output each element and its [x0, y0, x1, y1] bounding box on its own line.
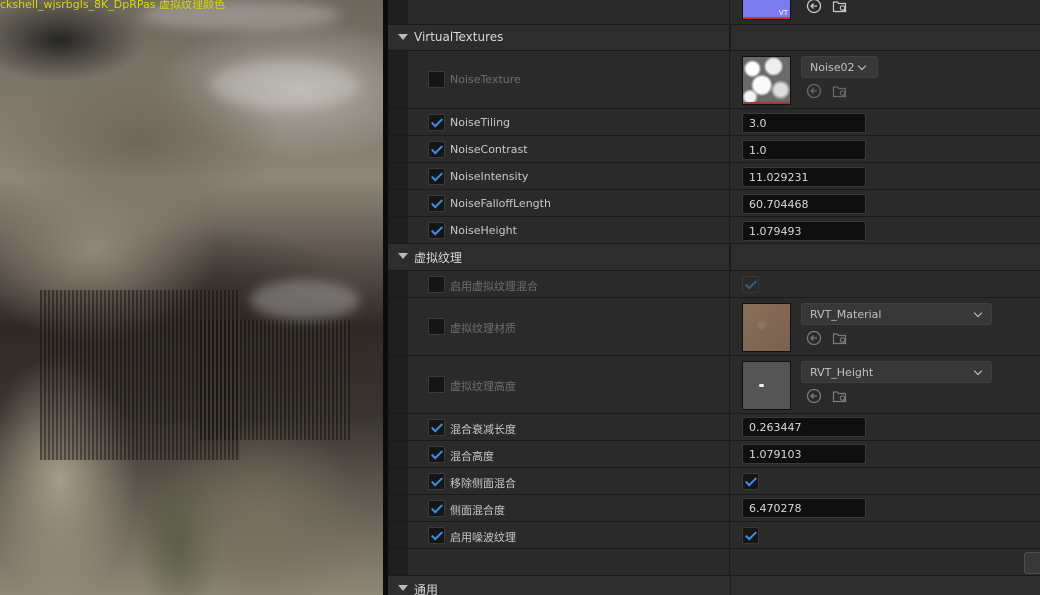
property-row-side-blend-amount: 侧面混合度 6.470278 [388, 495, 1040, 522]
override-checkbox[interactable] [428, 276, 445, 293]
override-checkbox[interactable] [428, 195, 445, 212]
asset-picker-value: RVT_Material [810, 308, 882, 321]
override-checkbox[interactable] [428, 222, 445, 239]
override-checkbox[interactable] [428, 419, 445, 436]
number-field[interactable]: 1.0 [742, 140, 866, 160]
override-checkbox[interactable] [428, 168, 445, 185]
override-checkbox[interactable] [428, 318, 445, 335]
asset-picker-value: RVT_Height [810, 366, 874, 379]
property-row-noise-height: NoiseHeight 1.079493 [388, 217, 1040, 244]
override-checkbox[interactable] [428, 527, 445, 544]
asset-picker[interactable]: RVT_Height [801, 361, 992, 383]
asset-picker[interactable]: Noise02 [801, 56, 878, 78]
category-title: 虚拟纹理 [414, 251, 463, 265]
property-row-empty [388, 549, 1040, 576]
override-checkbox[interactable] [428, 446, 445, 463]
add-button[interactable] [1024, 552, 1040, 574]
property-row-noise-contrast: NoiseContrast 1.0 [388, 136, 1040, 163]
use-selected-asset-icon[interactable] [806, 83, 822, 99]
property-label: NoiseContrast [450, 143, 528, 156]
value-checkbox[interactable] [742, 527, 759, 544]
category-general[interactable]: 通用 [388, 576, 1040, 595]
expand-arrow-icon[interactable] [398, 34, 408, 40]
property-row-noise-tiling: NoiseTiling 3.0 [388, 109, 1040, 136]
number-field[interactable]: 1.079493 [742, 221, 866, 241]
number-field[interactable]: 6.470278 [742, 498, 866, 518]
property-label: 混合高度 [450, 450, 494, 463]
property-row-remove-side-blend: 移除侧面混合 [388, 468, 1040, 495]
browse-asset-icon[interactable] [832, 83, 848, 99]
terrain-highlight [250, 280, 360, 320]
viewport[interactable]: ckshell_wjsrbgls_8K_DpRPas 虚拟纹理颜色 [0, 0, 383, 595]
property-label: 混合衰减长度 [450, 423, 516, 436]
vt-badge: VT [778, 9, 788, 17]
use-selected-asset-icon[interactable] [806, 330, 822, 346]
property-row-vt-height: 虚拟纹理高度 RVT_Height [388, 356, 1040, 414]
texture-thumbnail[interactable] [742, 56, 791, 105]
property-label: NoiseTiling [450, 116, 511, 129]
category-virtual-texture-cn[interactable]: 虚拟纹理 [388, 244, 1040, 271]
property-row-enable-noise-texture: 启用噪波纹理 [388, 522, 1040, 549]
property-row-noise-falloff-length: NoiseFalloffLength 60.704468 [388, 190, 1040, 217]
browse-asset-icon[interactable] [832, 330, 848, 346]
browse-asset-icon[interactable] [832, 388, 848, 404]
category-title: VirtualTextures [414, 30, 504, 44]
viewport-overlay-text: ckshell_wjsrbgls_8K_DpRPas 虚拟纹理颜色 [0, 0, 225, 11]
property-row-blend-height: 混合高度 1.079103 [388, 441, 1040, 468]
property-row-noise-texture: NoiseTexture Noise02 [388, 51, 1040, 109]
use-selected-asset-icon[interactable] [806, 0, 822, 14]
texture-thumbnail[interactable] [742, 361, 791, 410]
value-checkbox[interactable] [742, 276, 759, 293]
value-checkbox[interactable] [742, 473, 759, 490]
terrain-streak [200, 320, 350, 440]
number-field[interactable]: 11.029231 [742, 167, 866, 187]
expand-arrow-icon[interactable] [398, 585, 408, 591]
terrain-highlight [210, 60, 360, 110]
property-row-noise-intensity: NoiseIntensity 11.029231 [388, 163, 1040, 190]
property-label: 虚拟纹理高度 [450, 380, 516, 393]
chevron-down-icon [973, 366, 983, 376]
property-label: 侧面混合度 [450, 504, 505, 517]
number-field[interactable]: 60.704468 [742, 194, 866, 214]
browse-asset-icon[interactable] [832, 0, 848, 14]
number-field[interactable]: 0.263447 [742, 417, 866, 437]
chevron-down-icon [857, 61, 867, 71]
column-divider[interactable] [729, 0, 730, 576]
property-label: 虚拟纹理材质 [450, 322, 516, 335]
property-label: NoiseHeight [450, 224, 517, 237]
property-row: VT [388, 0, 1040, 25]
asset-picker-value: Noise02 [810, 61, 855, 74]
override-checkbox[interactable] [428, 500, 445, 517]
property-row-blend-falloff-length: 混合衰减长度 0.263447 [388, 414, 1040, 441]
category-title: 通用 [414, 583, 439, 595]
override-checkbox[interactable] [428, 71, 445, 88]
property-row-enable-vt-blend: 启用虚拟纹理混合 [388, 271, 1040, 298]
expand-arrow-icon[interactable] [398, 253, 408, 259]
chevron-down-icon [973, 308, 983, 318]
texture-thumbnail[interactable]: VT [742, 0, 791, 20]
override-checkbox[interactable] [428, 376, 445, 393]
number-field[interactable]: 1.079103 [742, 444, 866, 464]
property-label: 启用噪波纹理 [450, 531, 516, 544]
material-thumbnail[interactable] [742, 303, 791, 352]
override-checkbox[interactable] [428, 473, 445, 490]
category-virtual-textures[interactable]: VirtualTextures [388, 25, 1040, 51]
property-label: 启用虚拟纹理混合 [450, 280, 538, 293]
override-checkbox[interactable] [428, 114, 445, 131]
asset-picker[interactable]: RVT_Material [801, 303, 992, 325]
property-label: NoiseTexture [450, 73, 521, 86]
use-selected-asset-icon[interactable] [806, 388, 822, 404]
property-label: 移除侧面混合 [450, 477, 516, 490]
number-field[interactable]: 3.0 [742, 113, 866, 133]
details-panel: VT VirtualTextures NoiseTexture Noise02 … [388, 0, 1040, 595]
override-checkbox[interactable] [428, 141, 445, 158]
property-row-vt-material: 虚拟纹理材质 RVT_Material [388, 298, 1040, 356]
property-label: NoiseFalloffLength [450, 197, 551, 210]
property-label: NoiseIntensity [450, 170, 529, 183]
